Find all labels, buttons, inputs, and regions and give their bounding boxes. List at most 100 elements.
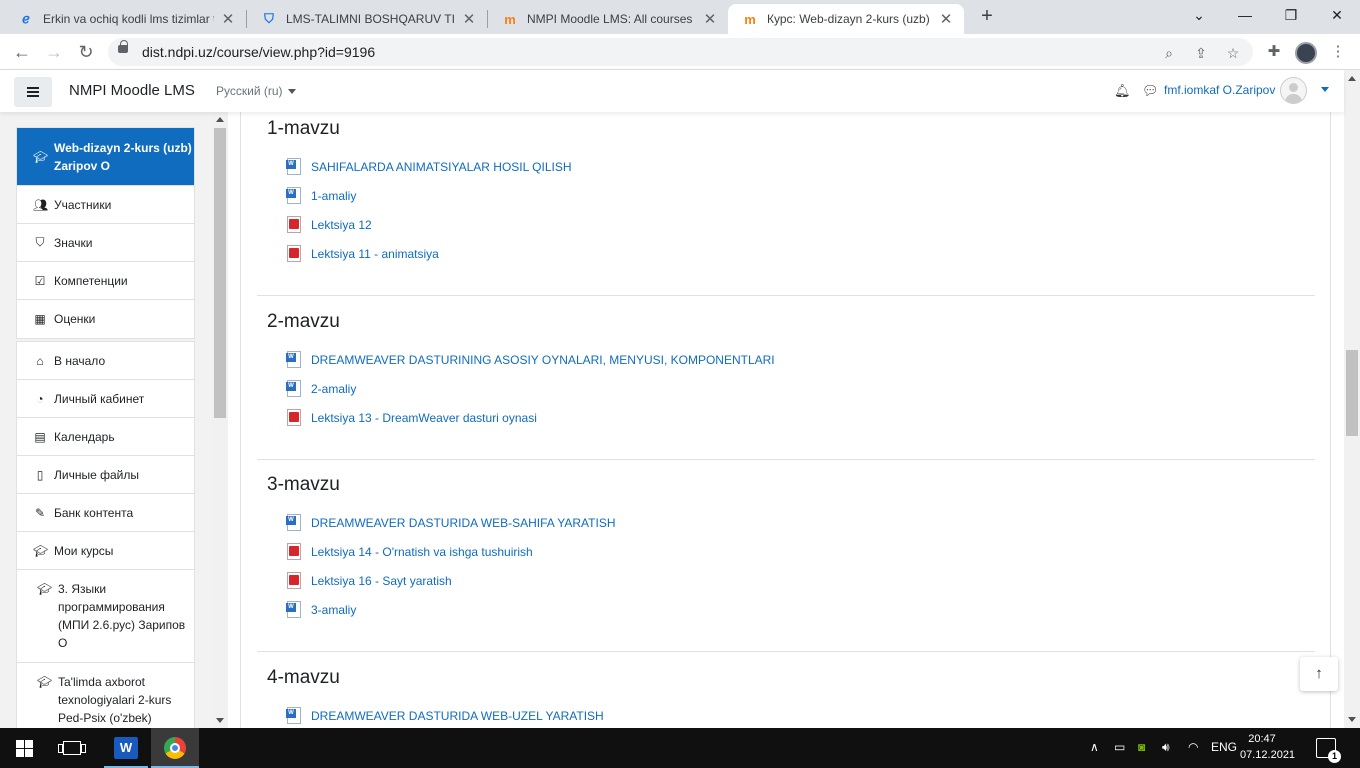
scrollbar-thumb[interactable]	[214, 128, 226, 418]
user-menu-name[interactable]: fmf.iomkaf O.Zaripov	[1164, 83, 1275, 97]
activity-item[interactable]: W 1-amaliy	[257, 181, 1315, 210]
forward-arrow-icon[interactable]: →	[42, 40, 66, 64]
activity-item[interactable]: Lektsiya 16 - Sayt yaratish	[257, 566, 1315, 595]
url-text[interactable]: dist.ndpi.uz/course/view.php?id=9196	[142, 44, 375, 60]
close-icon[interactable]: ✕	[461, 10, 477, 28]
page-scrollbar[interactable]	[1344, 70, 1360, 728]
new-tab-button[interactable]: +	[976, 6, 998, 28]
activity-item[interactable]: W DREAMWEAVER DASTURINING ASOSIY OYNALARI…	[257, 345, 1315, 374]
drawer-item-current-course[interactable]: 🎓︎ Web-dizayn 2-kurs (uzb) Zaripov O	[17, 128, 194, 186]
back-arrow-icon[interactable]: ←	[10, 40, 34, 64]
drawer-item-home[interactable]: ⌂ В начало	[17, 342, 194, 380]
drawer-item-course[interactable]: 🎓︎ Ta'limda axborot texnologiyalari 2-ku…	[17, 663, 194, 728]
chevron-up-icon[interactable]: ∧	[1090, 740, 1099, 754]
drawer-item-dashboard[interactable]: ◔ Личный кабинет	[17, 380, 194, 418]
close-icon[interactable]: ✕	[702, 10, 718, 28]
activity-link[interactable]: Lektsiya 16 - Sayt yaratish	[311, 574, 452, 588]
activity-link[interactable]: 2-amaliy	[311, 382, 356, 396]
notification-center-icon[interactable]: 1	[1316, 738, 1341, 763]
drawer-item-content-bank[interactable]: ✎ Банк контента	[17, 494, 194, 532]
activity-link[interactable]: Lektsiya 12	[311, 218, 372, 232]
browser-profile-avatar[interactable]	[1295, 42, 1317, 64]
chat-bubble-icon[interactable]: 💬︎	[1142, 83, 1159, 99]
activity-item[interactable]: Lektsiya 12	[257, 210, 1315, 239]
tab-search-chevron-icon[interactable]: ⌄	[1176, 0, 1222, 32]
browser-tab-4-active[interactable]: m Курс: Web-dizayn 2-kurs (uzb) Za ✕	[728, 4, 964, 34]
drawer-item-grades[interactable]: ▦ Оценки	[17, 300, 194, 338]
scroll-up-arrow-icon[interactable]	[1348, 76, 1356, 81]
site-brand[interactable]: NMPI Moodle LMS	[69, 82, 195, 99]
nvidia-icon[interactable]: ◙	[1138, 740, 1145, 754]
activity-item[interactable]: Lektsiya 13 - DreamWeaver dasturi oynasi	[257, 403, 1315, 432]
browser-tab-1[interactable]: ℯ Erkin va ochiq kodli lms tizimlar t ✕	[4, 4, 246, 34]
close-icon[interactable]: ✕	[220, 10, 236, 28]
back-to-top-button[interactable]: ↑	[1300, 657, 1338, 691]
activity-link[interactable]: DREAMWEAVER DASTURIDA WEB-SAHIFA YARATIS…	[311, 516, 616, 530]
activity-item[interactable]: W 2-amaliy	[257, 374, 1315, 403]
drawer-item-course[interactable]: 🎓︎ 3. Языки программирования (МПИ 2.6.ру…	[17, 570, 194, 663]
activity-item[interactable]: Lektsiya 11 - animatsiya	[257, 239, 1315, 268]
activity-link[interactable]: Lektsiya 13 - DreamWeaver dasturi oynasi	[311, 411, 537, 425]
drawer-toggle-button[interactable]	[14, 77, 52, 107]
battery-icon[interactable]: ▭	[1114, 740, 1125, 754]
activity-item[interactable]: Lektsiya 14 - O'rnatish va ishga tushuir…	[257, 537, 1315, 566]
activity-link[interactable]: DREAMWEAVER DASTURIDA WEB-UZEL YARATISH	[311, 709, 604, 723]
taskbar-chrome[interactable]	[151, 728, 199, 768]
activity-link[interactable]: Lektsiya 14 - O'rnatish va ishga tushuir…	[311, 545, 533, 559]
extensions-puzzle-icon[interactable]: ✚	[1264, 42, 1284, 62]
activity-link[interactable]: SAHIFALARDA ANIMATSIYALAR HOSIL QILISH	[311, 160, 572, 174]
browser-tab-2[interactable]: ⛉ LMS-TALIMNI BOSHQARUV TIZIM ✕	[247, 4, 487, 34]
restore-button[interactable]: ❐	[1268, 0, 1314, 32]
section-title[interactable]: 1-mavzu	[267, 118, 1315, 140]
minimize-button[interactable]: —	[1222, 0, 1268, 32]
scrollbar-thumb[interactable]	[1346, 350, 1358, 436]
bookmark-star-icon[interactable]: ☆	[1224, 44, 1242, 62]
drawer-item-calendar[interactable]: ▤ Календарь	[17, 418, 194, 456]
scroll-down-arrow-icon[interactable]	[216, 718, 224, 723]
share-icon[interactable]: ⇪	[1192, 44, 1210, 62]
checkbox-icon: ☑	[34, 273, 46, 288]
avatar[interactable]	[1280, 77, 1307, 104]
activity-item[interactable]: W DREAMWEAVER DASTURIDA WEB-SAHIFA YARATI…	[257, 508, 1315, 537]
scroll-down-arrow-icon[interactable]	[1348, 717, 1356, 722]
course-section: 4-mavzu W DREAMWEAVER DASTURIDA WEB-UZEL …	[257, 667, 1315, 728]
activity-link[interactable]: Lektsiya 11 - animatsiya	[311, 247, 439, 261]
close-window-button[interactable]: ✕	[1314, 0, 1360, 32]
address-bar[interactable]: dist.ndpi.uz/course/view.php?id=9196 ⌕ ⇪…	[108, 38, 1253, 66]
zoom-icon[interactable]: ⌕	[1160, 44, 1178, 62]
browser-tab-strip: ℯ Erkin va ochiq kodli lms tizimlar t ✕ …	[0, 0, 1360, 34]
close-icon[interactable]: ✕	[938, 10, 954, 28]
start-button[interactable]	[0, 728, 48, 768]
scroll-up-arrow-icon[interactable]	[216, 117, 224, 122]
calendar-icon: ▤	[34, 429, 46, 444]
drawer-item-participants[interactable]: 👥︎ Участники	[17, 186, 194, 224]
activity-link[interactable]: 3-amaliy	[311, 603, 356, 617]
word-app-icon: W	[114, 737, 138, 759]
task-view-button[interactable]	[48, 728, 96, 768]
browser-tab-3[interactable]: m NMPI Moodle LMS: All courses ✕	[488, 4, 728, 34]
lock-icon[interactable]	[118, 40, 128, 53]
chrome-menu-icon[interactable]: ⋮	[1328, 42, 1348, 62]
drawer-item-badges[interactable]: ⛉ Значки	[17, 224, 194, 262]
section-title[interactable]: 3-mavzu	[267, 474, 1315, 496]
drawer-scrollbar[interactable]	[212, 112, 228, 728]
activity-link[interactable]: 1-amaliy	[311, 189, 356, 203]
speaker-icon[interactable]: 🔊︎	[1162, 740, 1170, 755]
drawer-item-my-courses[interactable]: 🎓︎ Мои курсы	[17, 532, 194, 570]
language-menu[interactable]: Русский (ru)	[216, 84, 296, 98]
wifi-icon[interactable]: ◠	[1188, 740, 1198, 754]
activity-item[interactable]: W SAHIFALARDA ANIMATSIYALAR HOSIL QILISH	[257, 152, 1315, 181]
activity-item[interactable]: W 3-amaliy	[257, 595, 1315, 624]
section-title[interactable]: 2-mavzu	[267, 311, 1315, 333]
drawer-item-private-files[interactable]: ▯ Личные файлы	[17, 456, 194, 494]
taskbar-word[interactable]: W	[102, 728, 150, 768]
activity-item[interactable]: W DREAMWEAVER DASTURIDA WEB-UZEL YARATISH	[257, 701, 1315, 728]
section-title[interactable]: 4-mavzu	[267, 667, 1315, 689]
drawer-item-competencies[interactable]: ☑ Компетенции	[17, 262, 194, 300]
input-language[interactable]: ENG	[1211, 740, 1237, 754]
caret-down-icon[interactable]	[1321, 87, 1329, 92]
reload-icon[interactable]: ↻	[74, 40, 98, 64]
bell-icon[interactable]: 🔔︎	[1114, 83, 1131, 99]
activity-link[interactable]: DREAMWEAVER DASTURINING ASOSIY OYNALARI,…	[311, 353, 775, 367]
clock[interactable]: 20:47 07.12.2021	[1240, 731, 1295, 763]
